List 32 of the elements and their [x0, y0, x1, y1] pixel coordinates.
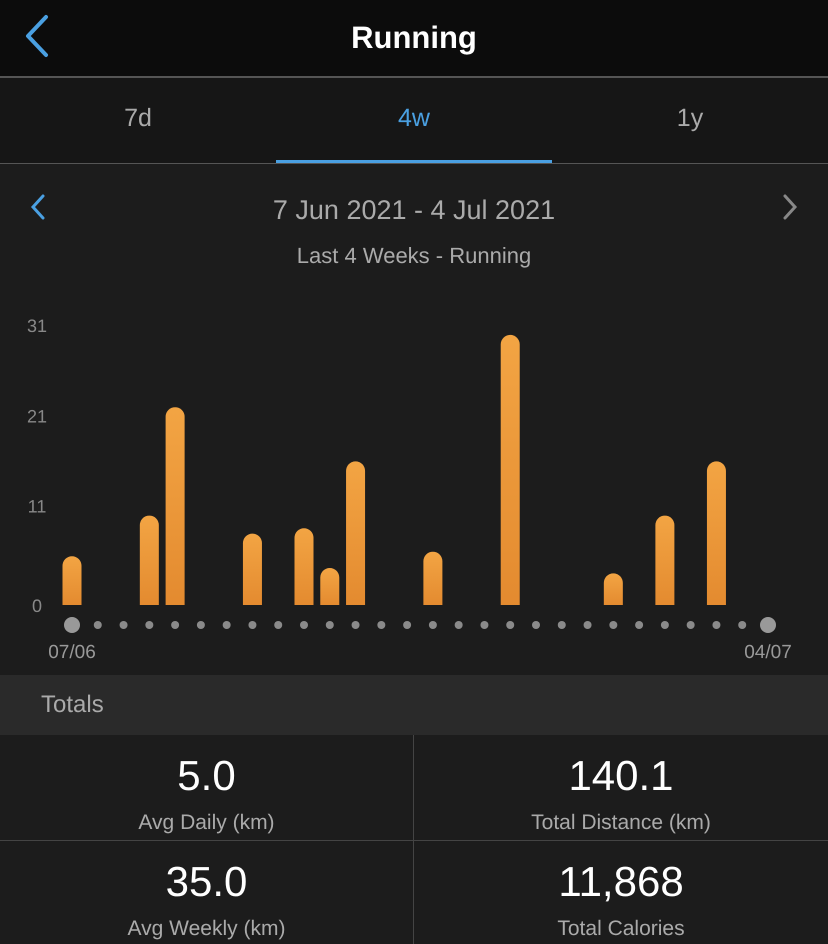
totals-heading: Totals: [41, 690, 104, 720]
period-tab[interactable]: 1y: [552, 78, 828, 163]
stat-value: 140.1: [567, 751, 675, 797]
chevron-left-icon: [30, 194, 46, 220]
y-axis-label: 21: [26, 406, 48, 426]
next-period-button[interactable]: [782, 194, 798, 220]
stat-label: Avg Daily (km): [137, 810, 276, 836]
distance-bar: [62, 556, 82, 605]
y-axis-label: 11: [28, 496, 46, 517]
back-icon: [24, 14, 50, 58]
distance-bar: [242, 534, 262, 605]
stat-value: 11,868: [557, 857, 685, 903]
y-axis-label: 31: [26, 316, 48, 336]
stat-label: Avg Weekly (km): [126, 916, 286, 942]
period-tab[interactable]: 7d: [0, 78, 276, 163]
x-axis-label: 04/07: [744, 642, 792, 663]
back-button[interactable]: [24, 14, 50, 58]
screen-title: Running: [351, 18, 477, 57]
stat-label: Total Distance (km): [530, 810, 712, 836]
x-axis-label: 07/06: [48, 642, 96, 663]
stat-value: 5.0: [176, 751, 237, 797]
stat-label: Total Calories: [556, 916, 686, 942]
distance-bar: [604, 573, 623, 605]
distance-bar: [320, 568, 340, 605]
chevron-right-icon: [782, 194, 798, 220]
period-subtitle: Last 4 Weeks - Running: [296, 242, 532, 270]
period-tab[interactable]: 4w: [276, 78, 552, 163]
y-axis-label: 0: [32, 596, 42, 616]
date-range: 7 Jun 2021 - 4 Jul 2021: [272, 194, 556, 227]
distance-bar: [423, 552, 442, 605]
stat-value: 35.0: [164, 857, 248, 903]
previous-period-button[interactable]: [30, 194, 46, 220]
